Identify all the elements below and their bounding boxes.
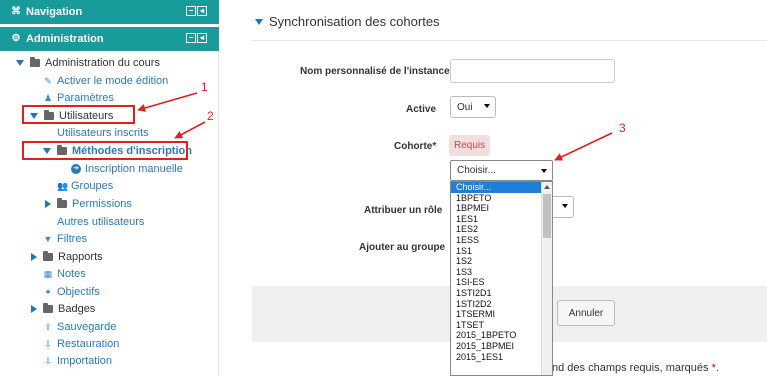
annotation-number-1: 1 — [201, 80, 208, 94]
arrow-1 — [137, 92, 198, 112]
annotation-number-2: 2 — [207, 109, 214, 123]
annotation-arrows — [137, 92, 613, 161]
page: ⌘ Navigation − ◂ ⚙ Administration − ◂ Ad… — [0, 0, 767, 376]
annotation-number-3: 3 — [619, 121, 626, 135]
arrow-3 — [554, 132, 613, 161]
arrow-2 — [174, 121, 206, 139]
